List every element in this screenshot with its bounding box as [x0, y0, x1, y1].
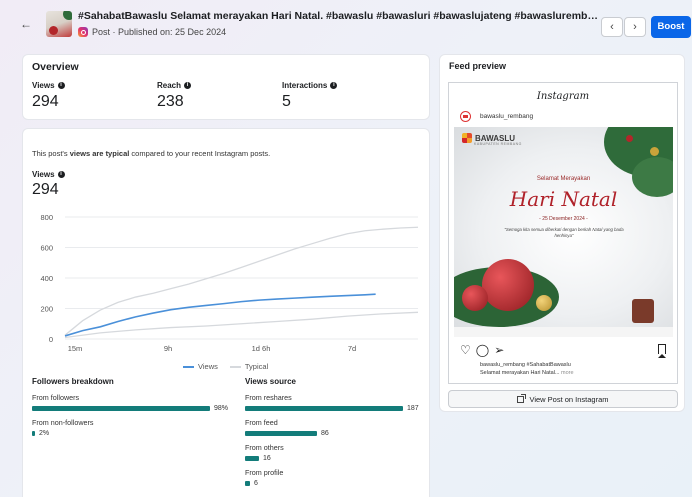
post-actions: ♡ ◯ ➢ — [460, 343, 504, 357]
profile-bar — [245, 481, 250, 486]
boost-button[interactable]: Boost — [651, 16, 691, 38]
metric-value: 5 — [282, 93, 291, 110]
comment-icon[interactable]: ◯ — [476, 343, 489, 357]
metric-interactions: Interactions i 5 — [282, 81, 338, 111]
source-row: From reshares 187 — [245, 393, 419, 412]
views-card: This post's views are typical compared t… — [22, 128, 430, 497]
metric-label: Interactions — [282, 81, 328, 90]
series-line-views — [64, 293, 376, 337]
non-followers-bar — [32, 431, 35, 436]
like-icon[interactable]: ♡ — [460, 343, 471, 357]
bookmark-icon[interactable] — [657, 344, 666, 358]
chart-legend: Views Typical — [183, 362, 268, 371]
share-icon[interactable]: ➢ — [494, 343, 504, 357]
y-tick-label: 200 — [40, 305, 53, 314]
x-tick-label: 9h — [164, 344, 172, 353]
x-tick-label: 1d 6h — [252, 344, 271, 353]
post-image: BAWASLU KABUPATEN REMBANG Selamat Meraya… — [454, 127, 673, 337]
post-quote: "Semoga kita semua diberkati dengan berk… — [504, 227, 624, 238]
bawaslu-mark-icon — [462, 133, 472, 143]
feed-preview-title: Feed preview — [449, 61, 507, 71]
y-tick-label: 800 — [40, 213, 53, 222]
followers-bar — [32, 406, 210, 411]
post-title: #SahabatBawaslu Selamat merayakan Hari N… — [78, 10, 598, 22]
info-icon[interactable]: i — [330, 82, 338, 89]
info-icon[interactable]: i — [184, 82, 192, 89]
typical-note: This post's views are typical compared t… — [32, 149, 271, 158]
series-line-typical — [64, 226, 419, 336]
info-icon[interactable]: i — [57, 82, 65, 89]
next-post-button[interactable]: › — [624, 17, 646, 37]
instagram-icon — [78, 27, 88, 37]
metric-views: Views i 294 — [32, 81, 65, 111]
views-source-title: Views source — [245, 377, 296, 386]
x-tick-label: 15m — [68, 344, 83, 353]
post-caption: bawaslu_rembang #SahabatBawaslu — [480, 362, 571, 368]
feed-bar — [245, 431, 317, 436]
x-tick-label: 7d — [348, 344, 356, 353]
reshares-bar — [245, 406, 403, 411]
more-link[interactable]: more — [561, 370, 574, 376]
overview-card: Overview Views i 294 Reach i 238 Interacti… — [22, 54, 430, 120]
y-tick-label: 600 — [40, 244, 53, 253]
y-tick-label: 0 — [49, 335, 53, 344]
instagram-logo: Instagram — [536, 91, 590, 102]
view-post-on-instagram-button[interactable]: View Post on Instagram — [448, 390, 678, 408]
info-icon[interactable]: i — [57, 171, 65, 178]
breakdown-row: From non-followers 2% — [32, 418, 94, 437]
post-username: bawaslu_rembang — [480, 113, 534, 120]
legend-typical[interactable]: Typical — [229, 362, 268, 371]
back-arrow-icon[interactable]: ← — [20, 17, 34, 31]
post-script-title: Hari Natal — [509, 187, 618, 211]
instagram-preview: Instagram bawaslu_rembang BAWASLU KABUPA… — [448, 82, 678, 384]
metric-label: Views — [32, 81, 55, 90]
metric-value: 238 — [157, 93, 184, 110]
previous-post-button[interactable]: ‹ — [601, 17, 623, 37]
feed-preview-card: Feed preview Instagram bawaslu_rembang B… — [439, 54, 685, 412]
views-value: 294 — [32, 181, 59, 198]
others-bar — [245, 456, 259, 461]
views-label: Views — [32, 170, 55, 179]
post-published-date: Post · Published on: 25 Dec 2024 — [92, 27, 227, 37]
source-row: From feed 86 — [245, 418, 329, 437]
legend-views[interactable]: Views — [183, 362, 218, 371]
overview-title: Overview — [32, 61, 79, 73]
post-thumbnail — [46, 11, 72, 37]
avatar — [460, 111, 471, 122]
y-tick-label: 400 — [40, 274, 53, 283]
post-header: ← #SahabatBawaslu Selamat merayakan Hari… — [0, 0, 692, 50]
external-link-icon — [517, 393, 527, 403]
metric-reach: Reach i 238 — [157, 81, 192, 111]
post-caption-2: Selamat merayakan Hari Natal... more — [480, 370, 574, 376]
bawaslu-subtitle: KABUPATEN REMBANG — [474, 142, 522, 146]
source-row: From profile 6 — [245, 468, 284, 487]
metric-label: Reach — [157, 81, 182, 90]
breakdown-row: From followers 98% — [32, 393, 229, 412]
post-meta: Post · Published on: 25 Dec 2024 — [78, 27, 226, 37]
views-source: Views source From reshares 187 From feed… — [245, 377, 425, 493]
metric-value: 294 — [32, 93, 59, 110]
views-line-chart: 0 200 400 600 800 15m 9h 1d 6h 7d — [40, 213, 419, 353]
followers-breakdown-title: Followers breakdown — [32, 377, 114, 386]
post-greeting: Selamat Merayakan — [536, 176, 591, 182]
post-date: - 25 Desember 2024 - — [539, 216, 588, 222]
followers-breakdown: Followers breakdown From followers 98% F… — [32, 377, 232, 443]
series-line-typical — [64, 311, 419, 339]
source-row: From others 16 — [245, 443, 284, 462]
